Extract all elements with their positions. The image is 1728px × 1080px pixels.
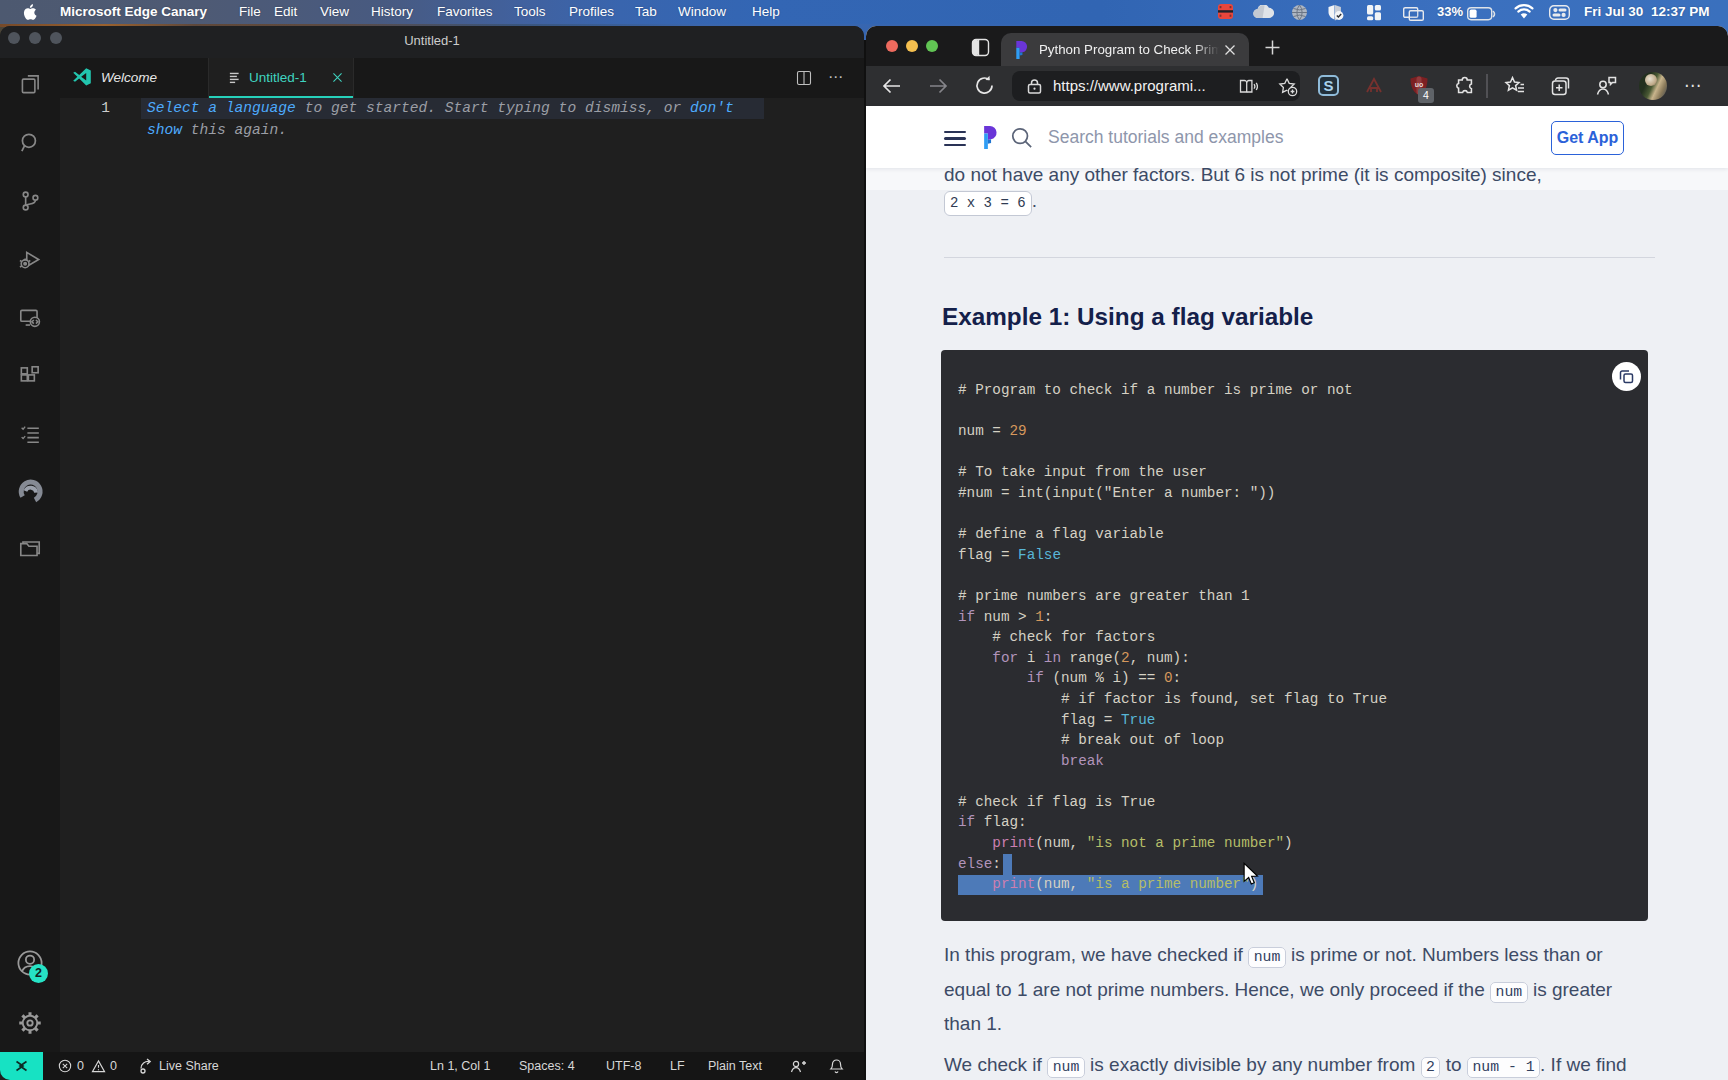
svg-text:uo: uo	[1415, 81, 1424, 88]
